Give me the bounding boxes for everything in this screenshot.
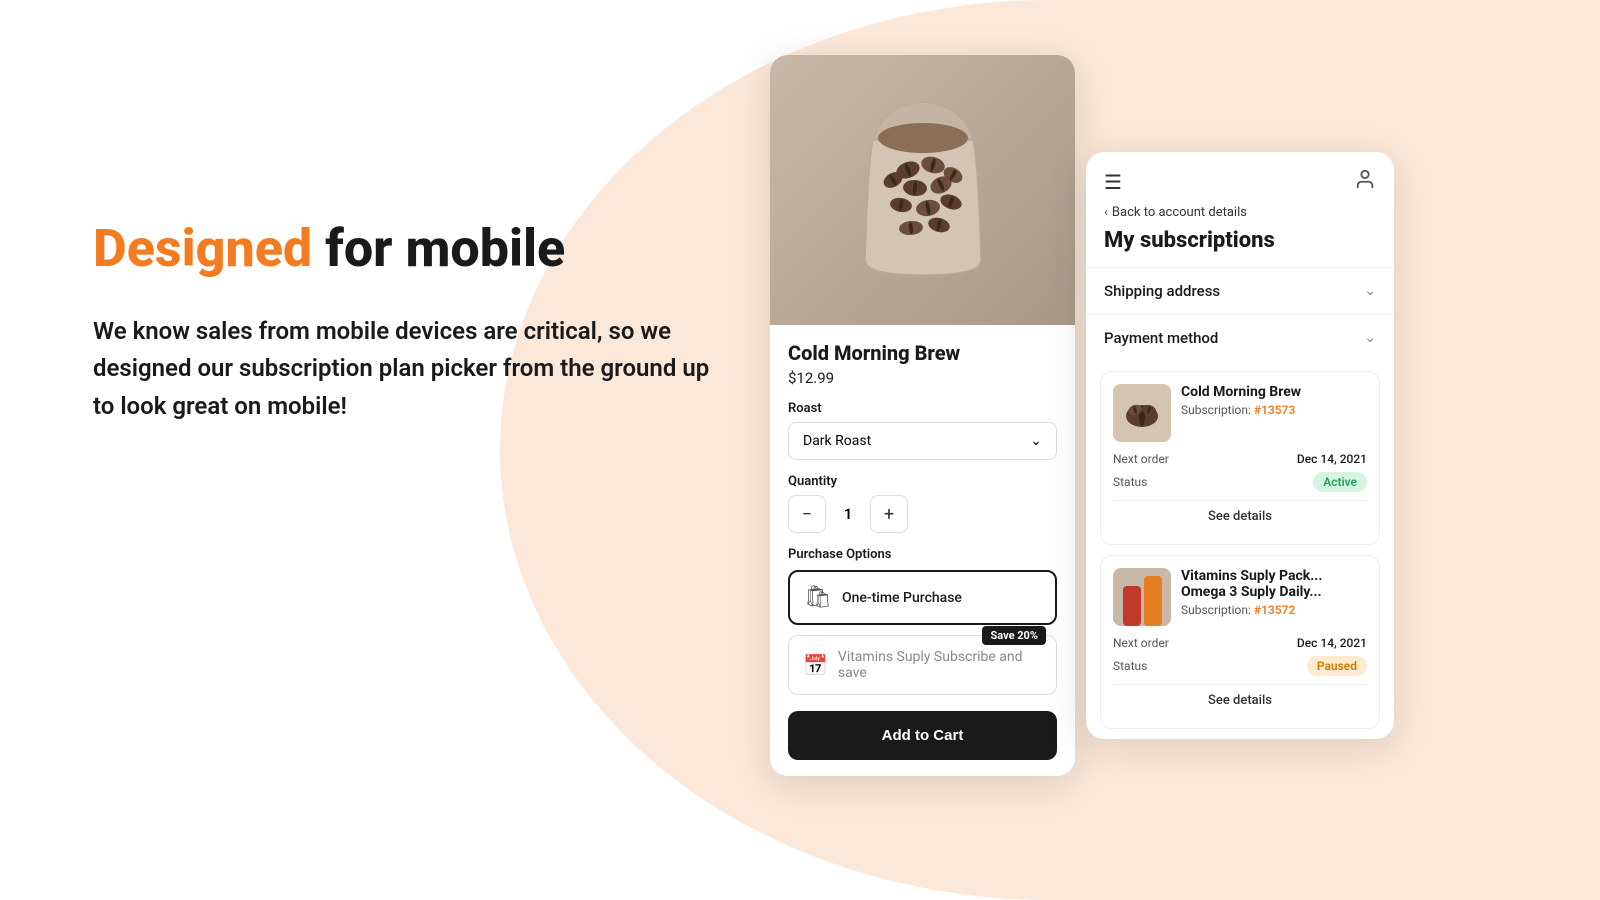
sub-card-2-top: Vitamins Suply Pack... Omega 3 Suply Dai… bbox=[1113, 568, 1367, 626]
quantity-label: Quantity bbox=[788, 474, 1057, 489]
sub-card-1-status-badge: Active bbox=[1313, 472, 1367, 492]
roast-chevron-icon: ⌄ bbox=[1030, 433, 1042, 449]
subscription-card-1: Cold Morning Brew Subscription: #13573 N… bbox=[1100, 371, 1380, 545]
vitamin-bottle-orange bbox=[1144, 576, 1162, 626]
sub-card-2-next-order: Next order Dec 14, 2021 bbox=[1113, 636, 1367, 650]
roast-value: Dark Roast bbox=[803, 433, 871, 449]
sub-card-1-sub-label: Subscription: bbox=[1181, 403, 1251, 417]
sub-card-1-id-link[interactable]: #13573 bbox=[1254, 403, 1295, 417]
sub-card-2-status-row: Status Paused bbox=[1113, 656, 1367, 676]
sub-card-2-sub-label: Subscription: bbox=[1181, 603, 1251, 617]
back-link-text: Back to account details bbox=[1112, 205, 1247, 220]
roast-select[interactable]: Dark Roast ⌄ bbox=[788, 422, 1057, 460]
sub-card-1-next-order-label: Next order bbox=[1113, 452, 1169, 466]
back-chevron-icon: ‹ bbox=[1104, 205, 1108, 220]
subscription-panel: ☰ ‹ Back to account details My subscript… bbox=[1086, 152, 1394, 739]
product-image bbox=[770, 55, 1075, 325]
add-to-cart-button[interactable]: Add to Cart bbox=[788, 711, 1057, 760]
sub-card-1-see-details-button[interactable]: See details bbox=[1113, 500, 1367, 532]
headline-designed: Designed bbox=[93, 218, 312, 279]
subscribe-label: Vitamins Suply Subscribe and save bbox=[838, 649, 1042, 681]
sub-card-1-top: Cold Morning Brew Subscription: #13573 bbox=[1113, 384, 1367, 442]
sub-card-2-subscription: Subscription: #13572 bbox=[1181, 603, 1322, 617]
hero-section: Designed for mobile We know sales from m… bbox=[93, 220, 773, 425]
quantity-row: − 1 + bbox=[788, 495, 1057, 533]
payment-method-accordion[interactable]: Payment method ⌄ bbox=[1086, 314, 1394, 361]
panel-header: ☰ bbox=[1086, 152, 1394, 195]
sub-card-2-status-badge: Paused bbox=[1307, 656, 1367, 676]
shopping-bag-icon: 🛍 bbox=[804, 585, 832, 610]
subscription-card-2: Vitamins Suply Pack... Omega 3 Suply Dai… bbox=[1100, 555, 1380, 729]
shipping-address-label: Shipping address bbox=[1104, 282, 1220, 300]
product-card: Cold Morning Brew $12.99 Roast Dark Roas… bbox=[770, 55, 1075, 776]
sub-card-1-next-order: Next order Dec 14, 2021 bbox=[1113, 452, 1367, 466]
coffee-bag-svg bbox=[833, 80, 1013, 300]
product-info: Cold Morning Brew $12.99 Roast Dark Roas… bbox=[770, 325, 1075, 776]
panel-title: My subscriptions bbox=[1086, 220, 1394, 267]
product-name: Cold Morning Brew bbox=[788, 341, 1057, 365]
sub-card-1-status-label: Status bbox=[1113, 475, 1147, 489]
sub-card-1-status-row: Status Active bbox=[1113, 472, 1367, 492]
quantity-value: 1 bbox=[826, 505, 870, 523]
sub-card-1-subscription: Subscription: #13573 bbox=[1181, 403, 1301, 417]
user-profile-icon[interactable] bbox=[1354, 168, 1376, 195]
payment-method-label: Payment method bbox=[1104, 329, 1218, 347]
sub-card-2-info: Vitamins Suply Pack... Omega 3 Suply Dai… bbox=[1181, 568, 1322, 617]
sub-card-1-info: Cold Morning Brew Subscription: #13573 bbox=[1181, 384, 1301, 417]
main-headline: Designed for mobile bbox=[93, 220, 773, 277]
sub-card-2-see-details-button[interactable]: See details bbox=[1113, 684, 1367, 716]
hamburger-menu-icon[interactable]: ☰ bbox=[1104, 170, 1122, 194]
vitamin-bottle-red bbox=[1123, 586, 1141, 626]
sub-card-2-name: Vitamins Suply Pack... Omega 3 Suply Dai… bbox=[1181, 568, 1322, 600]
sub-card-1-image bbox=[1113, 384, 1171, 442]
shipping-chevron-icon: ⌄ bbox=[1364, 283, 1376, 299]
back-link[interactable]: ‹ Back to account details bbox=[1086, 195, 1394, 220]
one-time-purchase-label: One-time Purchase bbox=[842, 590, 962, 606]
quantity-increase-button[interactable]: + bbox=[870, 495, 908, 533]
headline-rest: for mobile bbox=[312, 218, 565, 279]
sub-card-1-next-order-value: Dec 14, 2021 bbox=[1297, 452, 1367, 466]
sub-card-2-image bbox=[1113, 568, 1171, 626]
roast-label: Roast bbox=[788, 401, 1057, 416]
product-price: $12.99 bbox=[788, 369, 1057, 387]
save-badge: Save 20% bbox=[982, 626, 1046, 645]
hero-subtext: We know sales from mobile devices are cr… bbox=[93, 313, 713, 425]
sub-coffee-image bbox=[1113, 384, 1171, 442]
payment-chevron-icon: ⌄ bbox=[1364, 330, 1376, 346]
sub-card-2-next-order-value: Dec 14, 2021 bbox=[1297, 636, 1367, 650]
subscribe-save-option[interactable]: Save 20% 📅 Vitamins Suply Subscribe and … bbox=[788, 635, 1057, 695]
sub-card-2-next-order-label: Next order bbox=[1113, 636, 1169, 650]
subscribe-icon: 📅 bbox=[803, 653, 828, 677]
sub-card-1-name: Cold Morning Brew bbox=[1181, 384, 1301, 400]
sub-card-2-id-link[interactable]: #13572 bbox=[1254, 603, 1295, 617]
shipping-address-accordion[interactable]: Shipping address ⌄ bbox=[1086, 267, 1394, 314]
sub-card-2-status-label: Status bbox=[1113, 659, 1147, 673]
quantity-decrease-button[interactable]: − bbox=[788, 495, 826, 533]
one-time-purchase-option[interactable]: 🛍 One-time Purchase bbox=[788, 570, 1057, 625]
purchase-options-label: Purchase Options bbox=[788, 547, 1057, 562]
